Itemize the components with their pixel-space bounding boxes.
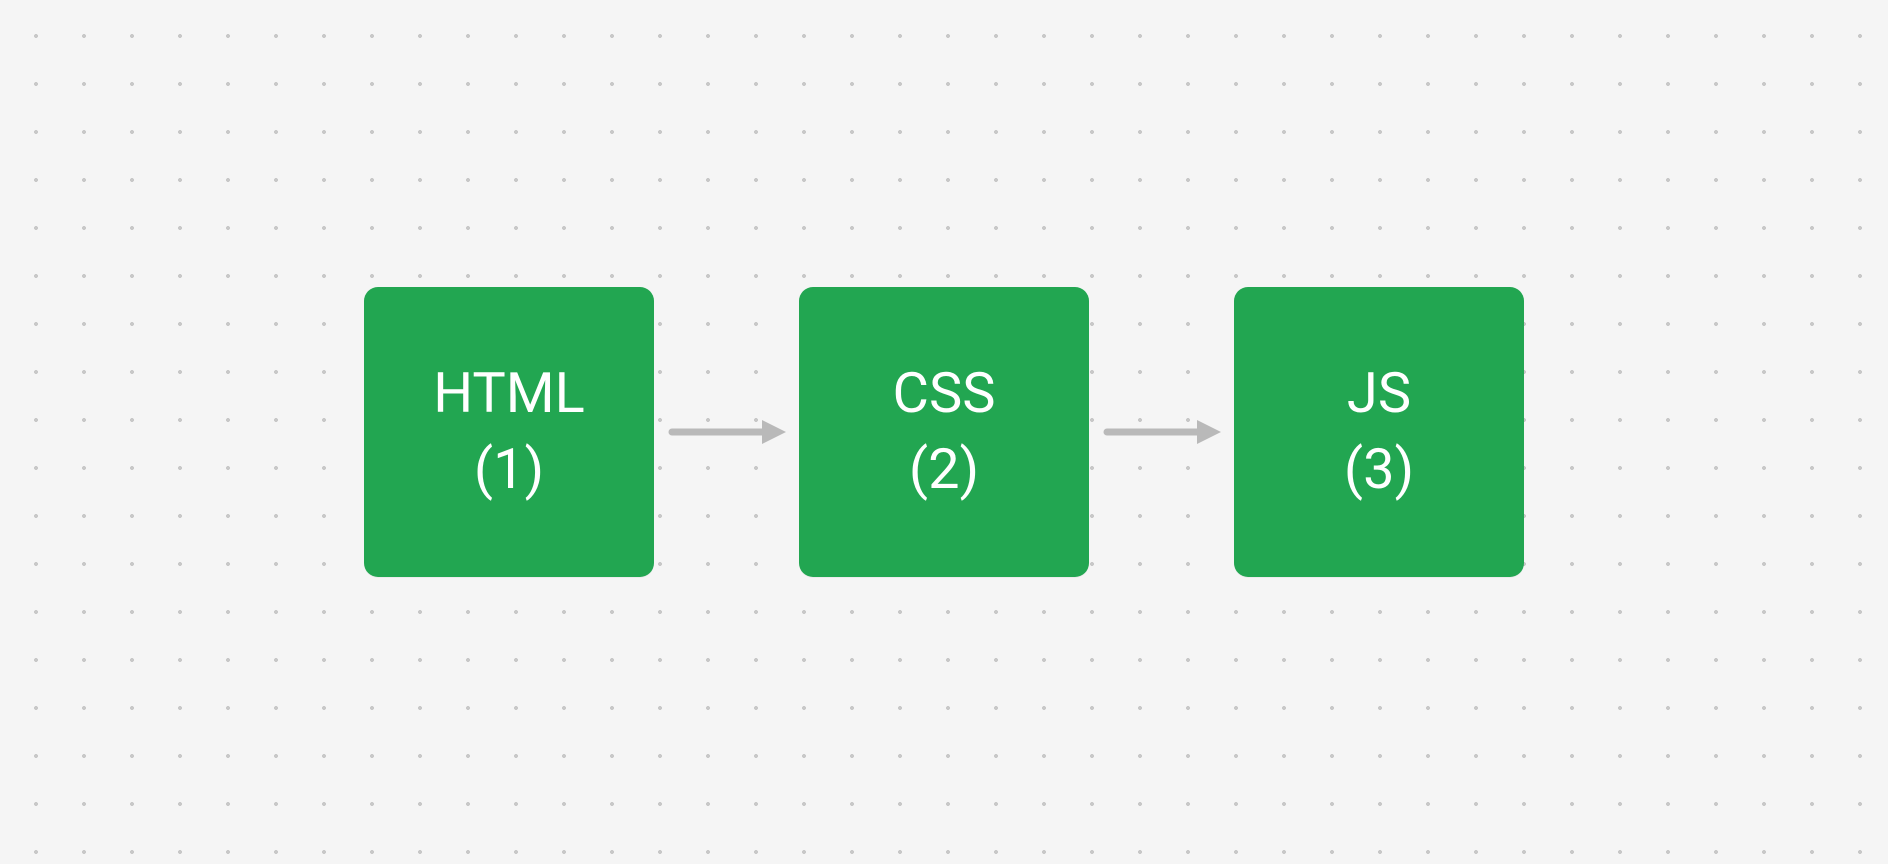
flow-row: HTML (1) CSS (2) JS (3) <box>364 287 1524 577</box>
node-order: (2) <box>909 432 979 508</box>
arrow-2 <box>1089 402 1234 462</box>
node-css[interactable]: CSS (2) <box>799 287 1089 577</box>
arrow-right-icon <box>1089 412 1234 452</box>
node-js[interactable]: JS (3) <box>1234 287 1524 577</box>
node-order: (3) <box>1344 432 1414 508</box>
node-html[interactable]: HTML (1) <box>364 287 654 577</box>
diagram-canvas[interactable]: HTML (1) CSS (2) JS (3) <box>0 0 1888 864</box>
node-title: JS <box>1347 356 1411 432</box>
node-title: HTML <box>433 356 585 432</box>
node-title: CSS <box>893 356 996 432</box>
node-order: (1) <box>474 432 544 508</box>
arrow-right-icon <box>654 412 799 452</box>
arrow-1 <box>654 402 799 462</box>
